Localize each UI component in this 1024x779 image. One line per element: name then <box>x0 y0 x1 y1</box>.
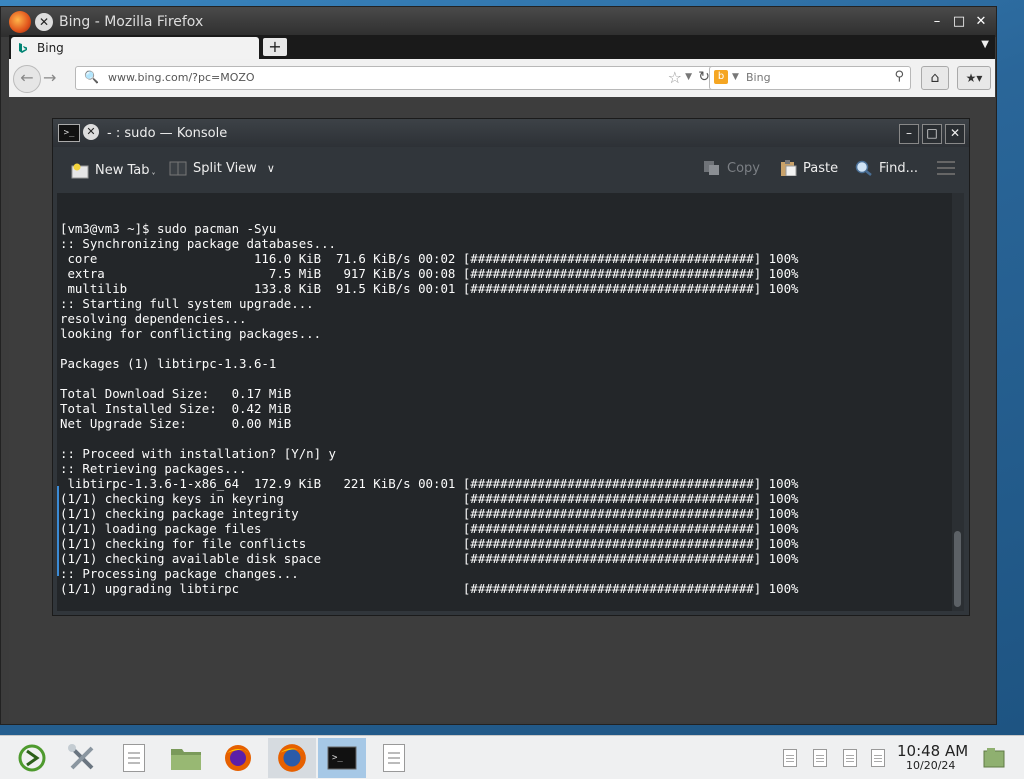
search-placeholder[interactable]: Bing <box>746 71 771 84</box>
url-text[interactable]: www.bing.com/?pc=MOZO <box>108 71 255 84</box>
selection-marker <box>57 486 59 501</box>
scrollbar-thumb[interactable] <box>954 531 961 607</box>
terminal-app-icon[interactable]: >_ <box>58 124 80 142</box>
terminal-line: [vm3@vm3 ~]$ sudo pacman -Syu <box>60 221 277 236</box>
terminal-line: (1/1) loading package files [###########… <box>60 521 799 536</box>
navigation-bar: ← → 🔍 www.bing.com/?pc=MOZO ☆ ▼ ↻ b ▼ Bi… <box>9 59 995 98</box>
tray-document-icon[interactable] <box>808 738 832 778</box>
find-label: Find... <box>879 160 919 176</box>
terminal-line: Packages (1) libtirpc-1.3.6-1 <box>60 356 277 371</box>
search-bar[interactable]: b ▼ Bing ⚲ <box>709 66 911 90</box>
history-dropdown-icon[interactable]: ▼ <box>685 72 692 82</box>
firefox-titlebar[interactable]: ✕ Bing - Mozilla Firefox – □ ✕ <box>1 7 996 37</box>
tab-list-icon[interactable]: ▼ <box>981 39 989 50</box>
konsole-titlebar[interactable]: >_ ✕ - : sudo — Konsole – □ ✕ <box>53 119 969 147</box>
file-manager-icon[interactable] <box>164 738 208 778</box>
search-engine-icon[interactable]: b <box>714 70 728 84</box>
clock-date[interactable]: 10/20/24 <box>906 759 955 772</box>
chevron-down-icon: ∨ <box>266 161 275 175</box>
show-desktop-icon[interactable] <box>976 738 1012 778</box>
terminal-line: :: Retrieving packages... <box>60 461 247 476</box>
konsole-title: - : sudo — Konsole <box>107 126 228 141</box>
terminal-line: :: Starting full system upgrade... <box>60 296 314 311</box>
find-icon <box>855 160 872 176</box>
bookmarks-menu-button[interactable]: ★▾ <box>957 66 991 90</box>
copy-icon <box>704 161 719 175</box>
firefox-task-button[interactable] <box>268 738 316 778</box>
tab-label: Bing <box>37 41 64 55</box>
settings-tools-icon[interactable] <box>60 738 104 778</box>
terminal-line: extra 7.5 MiB 917 KiB/s 00:08 [#########… <box>60 266 799 281</box>
pin-icon[interactable]: ✕ <box>35 13 53 31</box>
tray-document-icon[interactable] <box>838 738 862 778</box>
clock-time[interactable]: 10:48 AM <box>897 742 968 760</box>
selection-marker <box>57 501 59 576</box>
firefox-icon[interactable] <box>9 11 31 33</box>
close-button[interactable]: ✕ <box>945 124 965 144</box>
search-icon[interactable]: ⚲ <box>894 69 904 84</box>
tray-document-icon[interactable] <box>778 738 802 778</box>
hamburger-menu-icon[interactable] <box>937 161 955 175</box>
terminal-line: (1/1) upgrading libtirpc [##############… <box>60 581 799 596</box>
terminal-line: core 116.0 KiB 71.6 KiB/s 00:02 [#######… <box>60 251 799 266</box>
back-button[interactable]: ← <box>13 65 41 93</box>
paste-label: Paste <box>803 160 839 176</box>
maximize-button[interactable]: □ <box>922 124 942 144</box>
maximize-button[interactable]: □ <box>949 13 969 31</box>
split-view-label: Split View <box>193 160 257 176</box>
terminal-line: (1/1) checking keys in keyring [########… <box>60 491 799 506</box>
pin-icon[interactable]: ✕ <box>83 124 99 140</box>
terminal-line: (1/1) checking available disk space [###… <box>60 551 799 566</box>
copy-label: Copy <box>727 160 760 176</box>
text-editor-icon[interactable] <box>112 738 156 778</box>
tab-bar: Bing + ▼ <box>9 35 995 59</box>
document-task-button[interactable] <box>370 738 418 778</box>
tab-bing[interactable]: Bing <box>11 37 259 59</box>
new-tab-icon <box>71 163 89 178</box>
paste-button[interactable]: Paste <box>779 160 838 176</box>
tray-document-icon[interactable] <box>866 738 890 778</box>
minimize-button[interactable]: – <box>927 13 947 31</box>
find-button[interactable]: Find... <box>855 160 918 176</box>
bookmark-star-icon[interactable]: ☆ <box>668 68 682 87</box>
new-tab-button[interactable]: New Tab ˅ <box>71 160 156 181</box>
terminal-output[interactable]: [vm3@vm3 ~]$ sudo pacman -Syu:: Synchron… <box>57 193 953 611</box>
forward-button[interactable]: → <box>43 68 65 88</box>
terminal-line: Net Upgrade Size: 0.00 MiB <box>60 416 292 431</box>
terminal-line: :: Synchronizing package databases... <box>60 236 337 251</box>
site-identity-icon[interactable]: 🔍 <box>84 70 99 84</box>
copy-button[interactable]: Copy <box>703 160 760 176</box>
terminal-line: (1/1) checking package integrity [######… <box>60 506 799 521</box>
konsole-toolbar: New Tab ˅ Split View ∨ Copy Paste Find..… <box>53 147 969 193</box>
terminal-line: looking for conflicting packages... <box>60 326 322 341</box>
terminal-line: (1/1) checking for file conflicts [#####… <box>60 536 799 551</box>
bing-favicon-icon <box>19 43 27 53</box>
terminal-line: libtirpc-1.3.6-1-x86_64 172.9 KiB 221 Ki… <box>60 476 799 491</box>
url-bar[interactable]: 🔍 www.bing.com/?pc=MOZO ☆ ▼ ↻ <box>75 66 717 90</box>
terminal-scrollbar[interactable] <box>952 193 964 611</box>
minimize-button[interactable]: – <box>899 124 919 144</box>
taskbar: >_ 10:48 AM 10/20/24 <box>0 735 1024 779</box>
engine-dropdown-icon[interactable]: ▼ <box>732 72 739 82</box>
terminal-line: Total Installed Size: 0.42 MiB <box>60 401 292 416</box>
new-tab-label: New Tab <box>95 163 150 178</box>
home-button[interactable]: ⌂ <box>921 66 949 90</box>
app-launcher-icon[interactable] <box>10 738 54 778</box>
chevron-down-icon: ˅ <box>151 172 156 181</box>
konsole-task-button[interactable]: >_ <box>318 738 366 778</box>
split-view-icon <box>169 161 187 176</box>
terminal-line: resolving dependencies... <box>60 311 247 326</box>
terminal-line: multilib 133.8 KiB 91.5 KiB/s 00:01 [###… <box>60 281 799 296</box>
window-title: Bing - Mozilla Firefox <box>59 14 204 30</box>
firefox-launcher-icon[interactable] <box>216 738 260 778</box>
split-view-button[interactable]: Split View ∨ <box>169 160 275 176</box>
new-tab-button[interactable]: + <box>263 38 287 56</box>
paste-icon <box>781 160 797 176</box>
terminal-line: :: Proceed with installation? [Y/n] y <box>60 446 337 461</box>
terminal-line: :: Processing package changes... <box>60 566 299 581</box>
svg-text:>_: >_ <box>332 753 343 763</box>
close-button[interactable]: ✕ <box>971 13 991 31</box>
terminal-line: Total Download Size: 0.17 MiB <box>60 386 292 401</box>
konsole-window: >_ ✕ - : sudo — Konsole – □ ✕ New Tab ˅ … <box>52 118 970 616</box>
